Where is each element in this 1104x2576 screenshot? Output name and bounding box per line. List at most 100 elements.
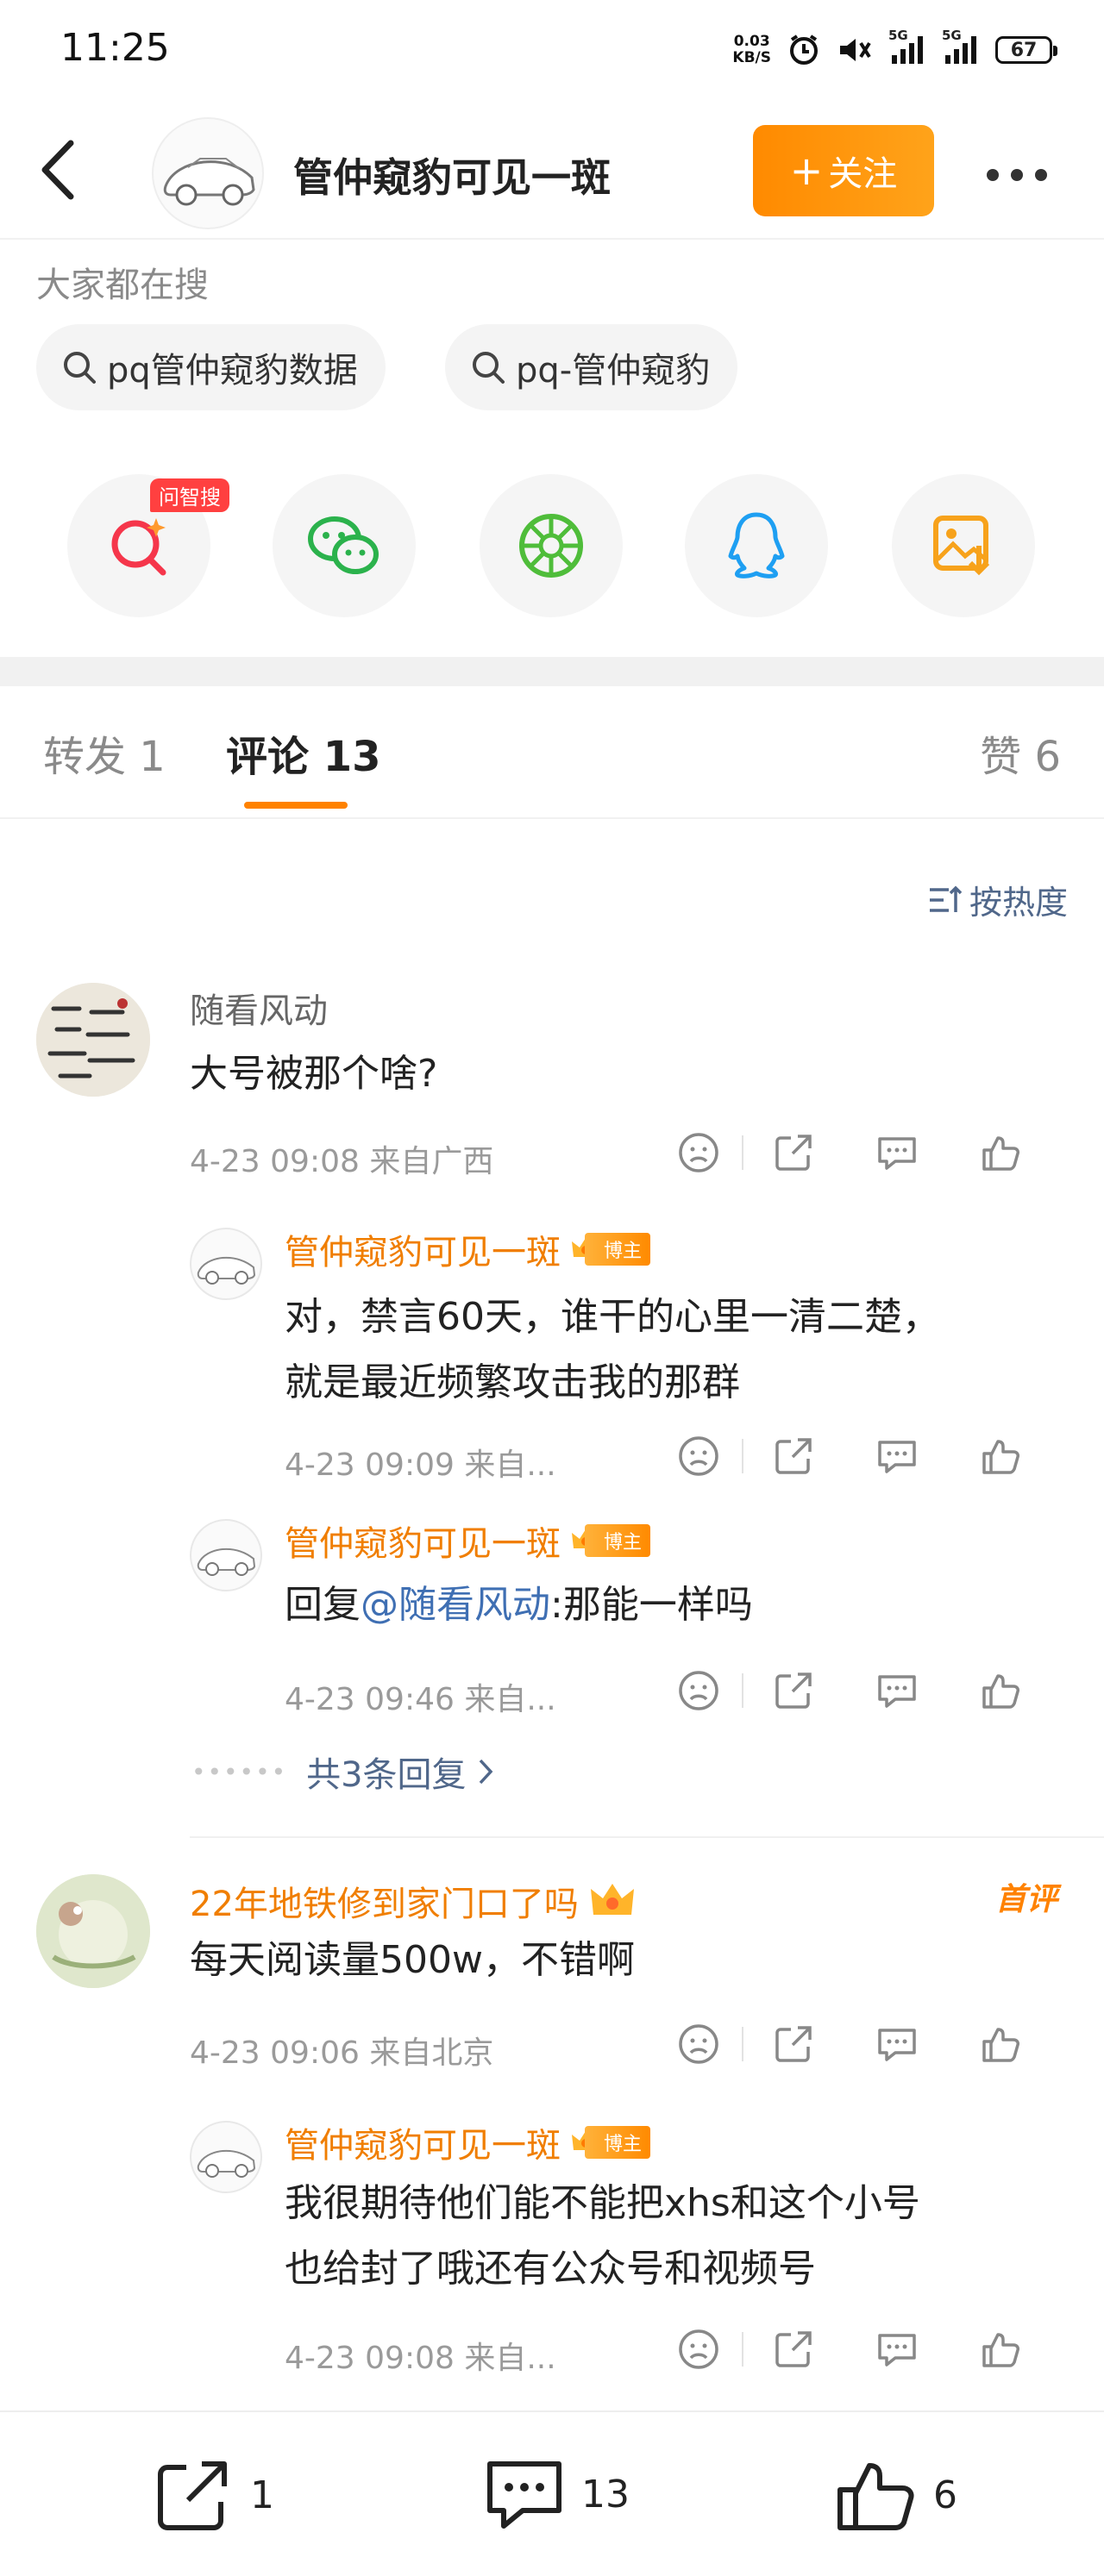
share-icon[interactable] <box>759 1131 828 1174</box>
moments-icon <box>517 511 586 580</box>
save-image-button[interactable] <box>892 474 1035 617</box>
net-speed: 0.03 KB/S <box>732 34 771 66</box>
share-icon[interactable] <box>759 2023 828 2066</box>
reply-avatar[interactable] <box>190 1228 262 1300</box>
reply-suffix: :那能一样吗 <box>550 1583 753 1627</box>
dislike-icon[interactable] <box>664 1435 733 1478</box>
avatar[interactable] <box>36 1874 150 1988</box>
search-chip-label: pq-管仲窥豹 <box>516 351 711 391</box>
thumbs-up-icon <box>835 2455 918 2535</box>
dislike-icon[interactable] <box>664 2023 733 2066</box>
reply-avatar[interactable] <box>190 2121 262 2193</box>
like-icon[interactable] <box>966 2023 1035 2066</box>
tab-active-indicator <box>244 802 348 809</box>
reply-header: 管仲窥豹可见一斑 博主 <box>285 2117 651 2167</box>
reply-icon[interactable] <box>862 2023 932 2065</box>
comment-button[interactable]: 13 <box>483 2455 630 2533</box>
repost-icon <box>152 2455 235 2535</box>
share-moments-button[interactable] <box>480 474 623 617</box>
reply-icon[interactable] <box>862 1435 932 1477</box>
author-badge-label: 博主 <box>585 1233 651 1266</box>
dislike-icon[interactable] <box>664 2328 733 2371</box>
follow-label: 关注 <box>828 154 898 194</box>
comment-text: 每天阅读量500w，不错啊 <box>190 1938 635 1982</box>
comment-count: 13 <box>581 2472 630 2517</box>
wechat-icon <box>305 511 383 580</box>
action-separator <box>742 2332 743 2367</box>
reply-username[interactable]: 管仲窥豹可见一斑 <box>285 1224 561 1274</box>
author-badge: 博主 <box>571 2126 651 2159</box>
save-image-icon <box>931 513 996 578</box>
net-speed-value: 0.03 <box>733 33 770 50</box>
comment-meta: 4-23 09:06 来自北京 <box>190 2035 494 2071</box>
reply-prefix: 回复 <box>285 1583 361 1627</box>
status-time: 11:25 <box>60 26 170 70</box>
reply-username[interactable]: 管仲窥豹可见一斑 <box>285 2117 561 2167</box>
comment-icon <box>483 2455 566 2533</box>
search-chip-label: pq管仲窥豹数据 <box>107 351 358 391</box>
comment-username[interactable]: 22年地铁修到家门口了吗 <box>190 1876 579 1926</box>
author-badge-label: 博主 <box>585 2126 651 2159</box>
share-icon[interactable] <box>759 2328 828 2371</box>
like-icon[interactable] <box>966 1669 1035 1712</box>
follow-button[interactable]: + 关注 <box>753 125 934 216</box>
search-icon <box>469 348 507 386</box>
share-qq-button[interactable] <box>685 474 828 617</box>
reply-text-line: 就是最近频繁攻击我的那群 <box>285 1360 740 1404</box>
mention-link[interactable]: @随看风动 <box>361 1583 550 1627</box>
comment-username[interactable]: 随看风动 <box>190 983 328 1033</box>
share-icon[interactable] <box>759 1435 828 1478</box>
avatar[interactable] <box>36 983 150 1097</box>
signal-label-1: 5G <box>888 28 908 43</box>
reply-icon[interactable] <box>862 2329 932 2370</box>
dislike-icon[interactable] <box>664 1669 733 1712</box>
share-icon[interactable] <box>759 1669 828 1712</box>
reply-text-line: 也给封了哦还有公众号和视频号 <box>285 2247 816 2291</box>
author-badge: 博主 <box>571 1524 651 1557</box>
action-separator <box>742 1673 743 1708</box>
reply-avatar[interactable] <box>190 1519 262 1591</box>
comment-meta: 4-23 09:08 来自广西 <box>190 1144 494 1179</box>
reply-text: 对，禁言60天，谁干的心里一清二楚， 就是最近频繁攻击我的那群 <box>285 1285 940 1416</box>
reply-icon[interactable] <box>862 1132 932 1173</box>
reply-actions <box>664 1669 1035 1712</box>
reply-text: 我很期待他们能不能把xhs和这个小号 也给封了哦还有公众号和视频号 <box>285 2171 920 2302</box>
reply-actions <box>664 2328 1035 2371</box>
section-separator <box>0 657 1104 686</box>
more-options-icon[interactable] <box>987 169 1047 181</box>
back-icon[interactable] <box>36 138 79 202</box>
dislike-icon[interactable] <box>664 1131 733 1174</box>
qq-icon <box>726 510 787 582</box>
signal-icon-1: 5G <box>888 28 926 67</box>
alarm-icon <box>787 33 821 67</box>
signal-label-2: 5G <box>942 28 962 43</box>
sort-by-heat-button[interactable]: 按热度 <box>928 876 1068 923</box>
search-section-title: 大家都在搜 <box>36 266 209 305</box>
tab-comments[interactable]: 评论 13 <box>226 722 381 783</box>
sort-icon <box>928 885 963 916</box>
repost-button[interactable]: 1 <box>152 2455 274 2535</box>
view-more-replies[interactable]: •••••• 共3条回复 <box>191 1747 494 1797</box>
header-divider <box>0 238 1104 240</box>
comment-header: 22年地铁修到家门口了吗 <box>190 1876 636 1926</box>
comment-actions <box>664 2023 1035 2066</box>
reply-username[interactable]: 管仲窥豹可见一斑 <box>285 1516 561 1566</box>
chevron-right-icon <box>477 1757 494 1786</box>
reply-text-line: 对，禁言60天，谁干的心里一清二楚， <box>285 1295 940 1339</box>
like-button[interactable]: 6 <box>835 2455 957 2535</box>
mute-icon <box>837 33 873 67</box>
net-speed-unit: KB/S <box>732 49 771 66</box>
search-chip-2[interactable]: pq-管仲窥豹 <box>445 324 738 410</box>
reply-icon[interactable] <box>862 1670 932 1711</box>
share-wechat-button[interactable] <box>273 474 416 617</box>
plus-icon: + <box>789 147 824 194</box>
author-badge: 博主 <box>571 1233 651 1266</box>
like-icon[interactable] <box>966 2328 1035 2371</box>
tab-repost[interactable]: 转发 1 <box>43 722 166 783</box>
battery-icon: 67 <box>995 36 1057 64</box>
profile-avatar[interactable] <box>152 117 264 229</box>
like-icon[interactable] <box>966 1131 1035 1174</box>
tab-likes[interactable]: 赞 6 <box>980 722 1061 783</box>
search-chip-1[interactable]: pq管仲窥豹数据 <box>36 324 386 410</box>
like-icon[interactable] <box>966 1435 1035 1478</box>
